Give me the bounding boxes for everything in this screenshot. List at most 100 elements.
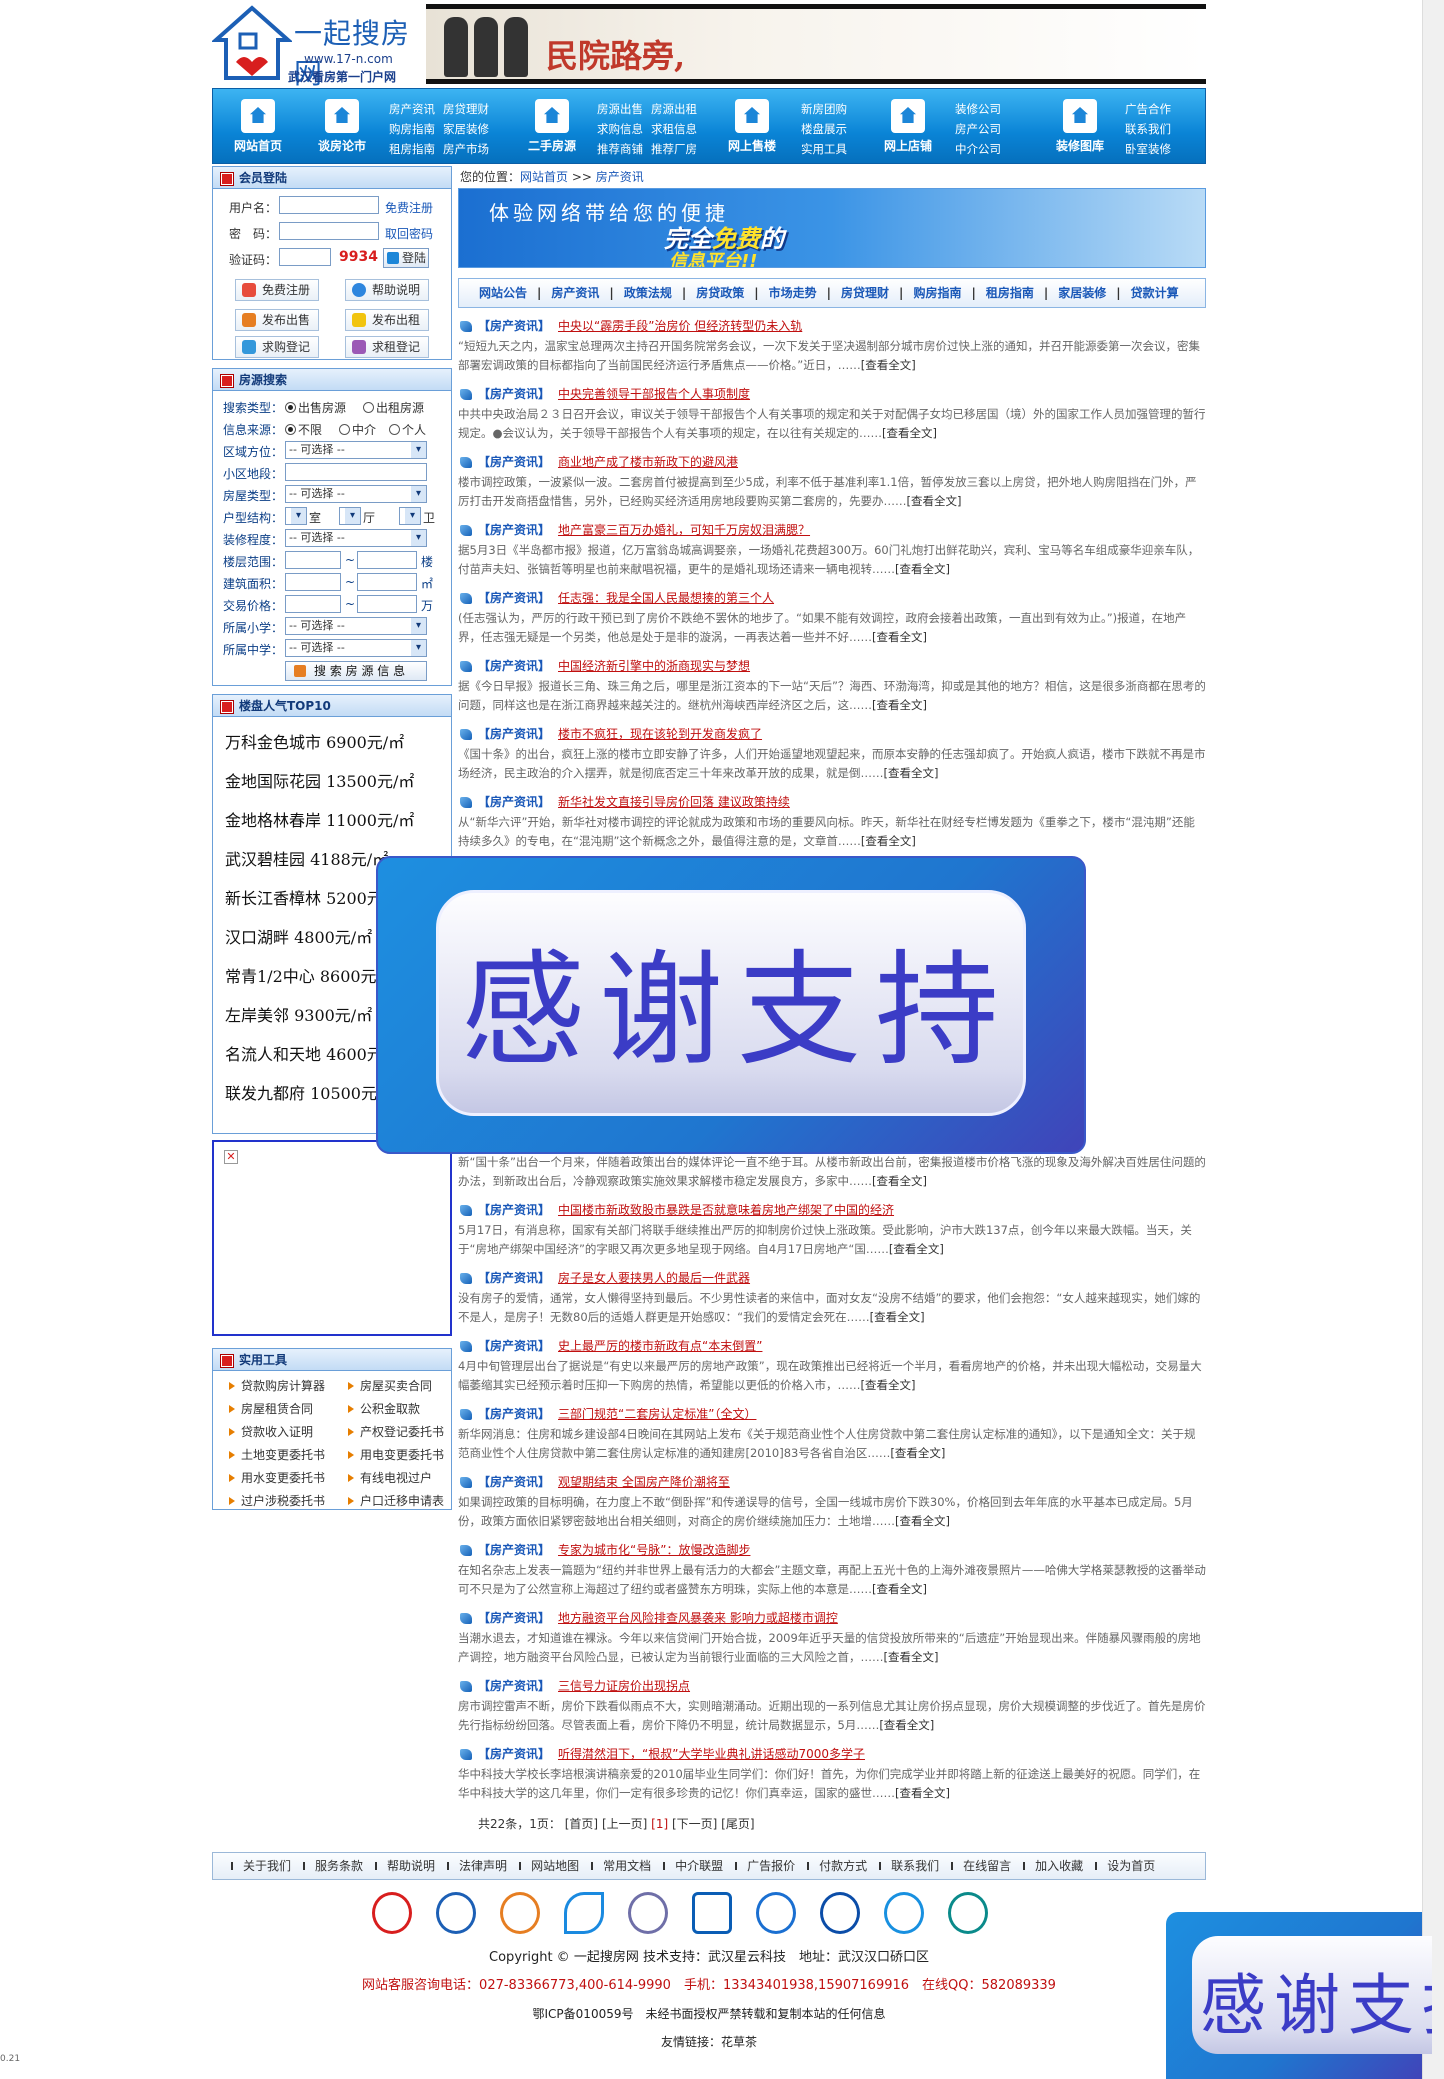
read-more-link[interactable]: [查看全文]	[895, 562, 950, 576]
news-category[interactable]: 【房产资讯】	[478, 591, 550, 605]
news-title[interactable]: 新华社发文直接引导房价回落 建议政策持续	[558, 795, 790, 809]
pager-first[interactable]: [首页]	[565, 1817, 598, 1831]
network-badge-icon[interactable]	[948, 1892, 988, 1934]
free-register-button[interactable]: 免费注册	[235, 279, 319, 301]
read-more-link[interactable]: [查看全文]	[872, 1174, 927, 1188]
read-more-link[interactable]: [查看全文]	[895, 1514, 950, 1528]
read-more-link[interactable]: [查看全文]	[861, 1378, 916, 1392]
news-title[interactable]: 中国楼市新政致股市暴跌是否就意味着房地产绑架了中国的经济	[558, 1203, 894, 1217]
tab-item[interactable]: 家居装修	[1048, 279, 1116, 307]
register-link[interactable]: 免费注册	[385, 199, 433, 216]
news-category[interactable]: 【房产资讯】	[478, 1339, 550, 1353]
help-button[interactable]: 帮助说明	[345, 279, 429, 301]
news-category[interactable]: 【房产资讯】	[478, 1747, 550, 1761]
news-category[interactable]: 【房产资讯】	[478, 1475, 550, 1489]
china-unicom-icon[interactable]	[564, 1892, 604, 1934]
nav-link[interactable]: 家居装修	[443, 119, 489, 139]
primary-school-select[interactable]: -- 可选择 --	[285, 617, 427, 635]
captcha-input[interactable]	[279, 248, 331, 266]
login-button[interactable]: 登陆	[383, 248, 429, 268]
china-telecom-icon[interactable]	[756, 1892, 796, 1934]
shield-badge-icon[interactable]	[436, 1892, 476, 1934]
news-category[interactable]: 【房产资讯】	[478, 1611, 550, 1625]
promo-banner[interactable]: 体验网络带给您的便捷 完全免费的 信息平台!!	[458, 188, 1206, 268]
top10-item[interactable]: 金地国际花园 13500元/㎡	[213, 762, 451, 801]
nav-button-online-shop[interactable]: 网上店铺	[877, 95, 939, 161]
nav-link[interactable]: 房产资讯	[389, 99, 435, 119]
read-more-link[interactable]: [查看全文]	[889, 1242, 944, 1256]
top10-item[interactable]: 金地格林春岸 11000元/㎡	[213, 801, 451, 840]
nav-button-secondhand[interactable]: 二手房源	[521, 95, 583, 161]
buy-request-button[interactable]: 求购登记	[235, 336, 319, 358]
nav-link[interactable]: 求租信息	[651, 119, 697, 139]
tool-link[interactable]: 贷款收入证明	[213, 1423, 332, 1446]
tool-link[interactable]: 过户涉税委托书	[213, 1492, 332, 1515]
news-title[interactable]: 商业地产成了楼市新政下的避风港	[558, 455, 738, 469]
nav-button-forum[interactable]: 谈房论市	[311, 95, 373, 161]
news-category[interactable]: 【房产资讯】	[478, 455, 550, 469]
read-more-link[interactable]: [查看全文]	[884, 766, 939, 780]
radio-rent[interactable]: 出租房源	[363, 399, 424, 416]
nav-link[interactable]: 中介公司	[955, 139, 1001, 159]
nav-link[interactable]: 新房团购	[801, 99, 847, 119]
price-min-input[interactable]	[285, 595, 341, 613]
footer-link[interactable]: 常用文档	[591, 1853, 663, 1879]
news-title[interactable]: 史上最严厉的楼市新政有点“本末倒置”	[558, 1339, 762, 1353]
tool-link[interactable]: 有线电视过户	[332, 1469, 451, 1492]
netcom-icon[interactable]	[820, 1892, 860, 1934]
nav-button-home[interactable]: 网站首页	[227, 95, 289, 161]
search-submit-button[interactable]: 搜 索 房 源 信 息	[285, 661, 427, 681]
tab-item[interactable]: 房贷理财	[831, 279, 899, 307]
read-more-link[interactable]: [查看全文]	[861, 358, 916, 372]
username-input[interactable]	[279, 196, 379, 214]
read-more-link[interactable]: [查看全文]	[884, 1650, 939, 1664]
nav-link[interactable]: 装修公司	[955, 99, 1001, 119]
news-category[interactable]: 【房产资讯】	[478, 1271, 550, 1285]
header-banner-ad[interactable]: 民院路旁,	[426, 4, 1206, 84]
house-type-select[interactable]: -- 可选择 --	[285, 485, 427, 503]
news-category[interactable]: 【房产资讯】	[478, 387, 550, 401]
vertical-scrollbar[interactable]	[1422, 0, 1444, 2079]
news-category[interactable]: 【房产资讯】	[478, 659, 550, 673]
tool-link[interactable]: 户口迁移申请表	[332, 1492, 451, 1515]
footer-link[interactable]: 联系我们	[879, 1853, 951, 1879]
news-title[interactable]: 房子是女人要挟男人的最后一件武器	[558, 1271, 750, 1285]
password-input[interactable]	[279, 222, 379, 240]
tool-link[interactable]: 用电变更委托书	[332, 1446, 451, 1469]
read-more-link[interactable]: [查看全文]	[882, 426, 937, 440]
tool-link[interactable]: 产权登记委托书	[332, 1423, 451, 1446]
tab-item[interactable]: 租房指南	[976, 279, 1044, 307]
news-title[interactable]: 中央完善领导干部报告个人事项制度	[558, 387, 750, 401]
read-more-link[interactable]: [查看全文]	[879, 1718, 934, 1732]
footer-link[interactable]: 广告报价	[735, 1853, 807, 1879]
breadcrumb-home[interactable]: 网站首页	[520, 170, 568, 184]
news-title[interactable]: 听得潸然泪下，“根叔”大学毕业典礼讲话感动7000多学子	[558, 1747, 865, 1761]
thanks-floating-ad[interactable]: 感谢支持	[1166, 1912, 1432, 2079]
news-title[interactable]: 三部门规范“二套房认定标准”（全文）	[558, 1407, 756, 1421]
news-category[interactable]: 【房产资讯】	[478, 1679, 550, 1693]
cert-badge-icon[interactable]	[628, 1892, 668, 1934]
read-more-link[interactable]: [查看全文]	[907, 494, 962, 508]
site-logo[interactable]: 一起搜房网 www.17-n.com 武汉看房第一门户网	[212, 4, 424, 90]
news-category[interactable]: 【房产资讯】	[478, 523, 550, 537]
tool-link[interactable]: 土地变更委托书	[213, 1446, 332, 1469]
tab-item[interactable]: 网站公告	[469, 279, 537, 307]
nav-link[interactable]: 房源出租	[651, 99, 697, 119]
read-more-link[interactable]: [查看全文]	[872, 1582, 927, 1596]
footer-link[interactable]: 设为首页	[1095, 1853, 1167, 1879]
broken-image-ad[interactable]: ✕	[212, 1140, 452, 1336]
publish-sale-button[interactable]: 发布出售	[235, 309, 319, 331]
news-title[interactable]: 中央以“霹雳手段”治房价 但经济转型仍未入轨	[558, 319, 802, 333]
nav-link[interactable]: 推荐厂房	[651, 139, 697, 159]
footer-link[interactable]: 网站地图	[519, 1853, 591, 1879]
news-title[interactable]: 楼市不疯狂，现在该轮到开发商发疯了	[558, 727, 762, 741]
pager-current[interactable]: [1]	[651, 1817, 668, 1831]
nav-button-online-sales[interactable]: 网上售楼	[721, 95, 783, 161]
news-title[interactable]: 观望期结束 全国房产降价潮将至	[558, 1475, 730, 1489]
breadcrumb-current[interactable]: 房产资讯	[596, 170, 644, 184]
tool-link[interactable]: 公积金取款	[332, 1400, 451, 1423]
room-select[interactable]	[285, 507, 307, 525]
tab-item[interactable]: 贷款计算	[1121, 279, 1189, 307]
footer-link[interactable]: 关于我们	[231, 1853, 303, 1879]
top10-item[interactable]: 万科金色城市 6900元/㎡	[213, 723, 451, 762]
